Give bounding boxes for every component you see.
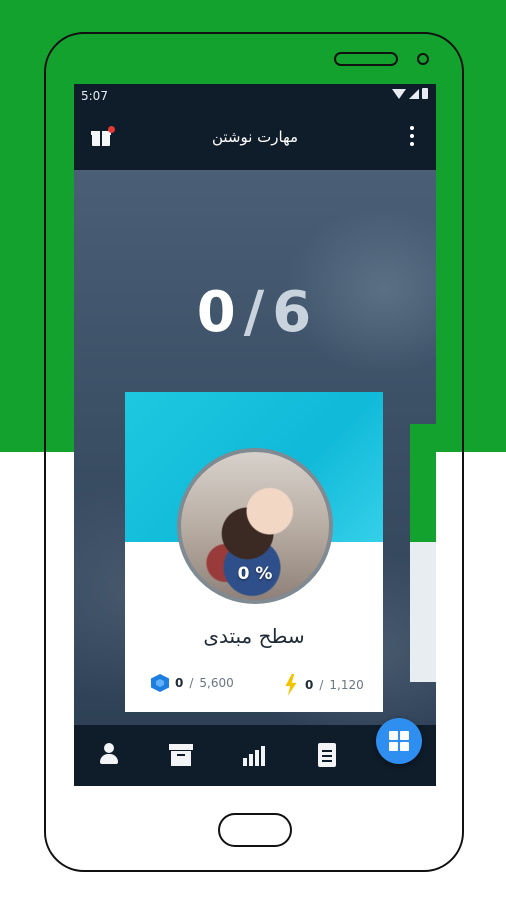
clipboard-icon[interactable] [314,743,340,767]
phone-camera [417,53,429,65]
grid-menu-button[interactable] [376,718,422,764]
hero-background: 0/6 0 % سطح مبتدی 0 / 5,600 0 / 1,120 [74,170,436,725]
gem-max: 5,600 [199,676,234,690]
app-screen: 5:07 مهارت نوشتن 0/6 0 % سطح مبتدی 0 / 5… [74,84,436,786]
grid-icon [389,731,409,751]
xp-current: 0 [305,678,314,692]
page-title: مهارت نوشتن [211,128,299,146]
phone-speaker [334,52,398,66]
more-options-icon[interactable] [410,126,414,150]
signal-icon [409,88,419,99]
phone-home-button[interactable] [218,813,292,847]
progress-completed: 0 [196,280,238,345]
person-icon[interactable] [96,743,122,767]
gem-separator: / [189,676,194,690]
battery-icon [422,88,428,99]
gem-stat: 0 / 5,600 [151,674,234,692]
level-avatar: 0 % [177,448,333,604]
level-card[interactable]: 0 % سطح مبتدی 0 / 5,600 0 / 1,120 [125,392,383,712]
chart-icon[interactable] [240,743,266,767]
lightning-icon [285,674,297,696]
app-bar: مهارت نوشتن [74,108,436,170]
xp-separator: / [319,678,324,692]
wifi-icon [392,88,406,99]
archive-icon[interactable] [168,743,194,767]
xp-stat: 0 / 1,120 [283,674,364,696]
status-icons [392,88,428,99]
next-level-card-peek[interactable] [410,424,436,682]
level-percent: 0 % [237,564,273,584]
lesson-progress: 0/6 [74,280,436,345]
progress-separator: / [243,280,267,345]
progress-total: 6 [272,280,314,345]
gem-current: 0 [175,676,184,690]
level-name: سطح مبتدی [203,624,305,648]
status-bar: 5:07 [74,84,436,108]
xp-max: 1,120 [329,678,364,692]
gem-icon [151,674,169,692]
status-time: 5:07 [81,89,108,103]
